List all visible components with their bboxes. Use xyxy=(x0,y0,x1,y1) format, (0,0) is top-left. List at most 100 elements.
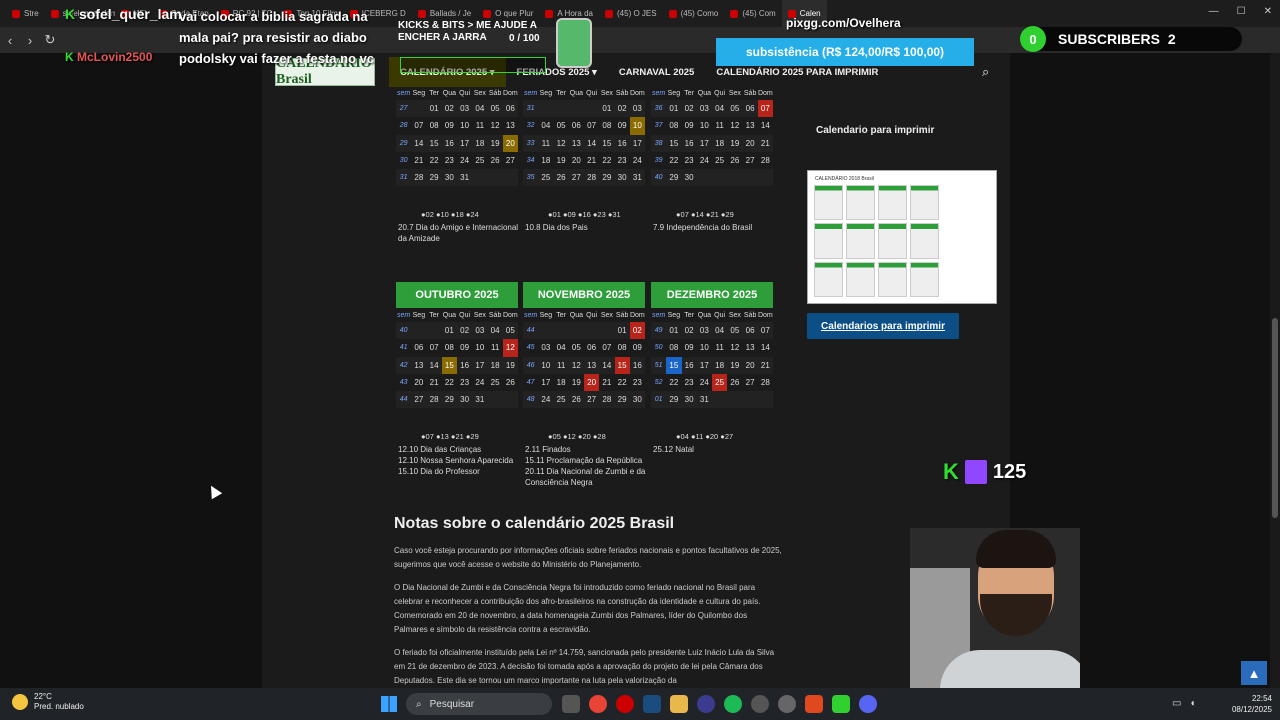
day-cell[interactable]: 31 xyxy=(629,169,645,187)
day-cell[interactable] xyxy=(584,100,600,118)
day-cell[interactable]: 05 xyxy=(502,322,518,340)
day-cell[interactable]: 12 xyxy=(568,356,584,374)
day-cell[interactable] xyxy=(487,391,503,409)
day-cell[interactable]: 07 xyxy=(757,322,773,340)
day-cell[interactable]: 27 xyxy=(503,152,518,169)
day-cell[interactable]: 05 xyxy=(554,117,569,134)
day-cell[interactable]: 27 xyxy=(568,169,584,187)
day-cell[interactable]: 07 xyxy=(584,117,599,134)
day-cell[interactable]: 22 xyxy=(442,374,457,391)
day-cell[interactable]: 14 xyxy=(584,134,600,152)
day-cell[interactable]: 11 xyxy=(553,356,569,374)
network-icon[interactable]: ▭ xyxy=(1172,698,1181,709)
scrollbar-thumb[interactable] xyxy=(1272,318,1278,518)
steam-icon[interactable] xyxy=(643,695,661,713)
day-cell[interactable]: 05 xyxy=(569,339,584,356)
day-cell[interactable] xyxy=(426,322,442,340)
day-cell[interactable] xyxy=(712,391,728,409)
day-cell[interactable]: 19 xyxy=(727,356,743,374)
day-cell[interactable]: 23 xyxy=(615,152,630,169)
day-cell[interactable]: 18 xyxy=(712,134,728,152)
day-cell[interactable]: 02 xyxy=(629,322,645,340)
day-cell[interactable]: 08 xyxy=(666,117,681,134)
day-cell[interactable]: 15 xyxy=(426,134,442,152)
chrome-icon[interactable] xyxy=(589,695,607,713)
day-cell[interactable]: 19 xyxy=(569,374,584,391)
day-cell[interactable] xyxy=(538,322,554,340)
day-cell[interactable]: 25 xyxy=(712,152,727,169)
day-cell[interactable]: 21 xyxy=(427,374,442,391)
day-cell[interactable]: 24 xyxy=(697,152,712,169)
day-cell[interactable]: 18 xyxy=(538,152,553,169)
day-cell[interactable]: 08 xyxy=(599,117,614,134)
day-cell[interactable]: 17 xyxy=(472,356,488,374)
day-cell[interactable]: 09 xyxy=(615,117,630,134)
forward-icon[interactable]: › xyxy=(20,33,40,48)
day-cell[interactable]: 10 xyxy=(697,339,712,356)
day-cell[interactable]: 14 xyxy=(758,339,773,356)
day-cell[interactable] xyxy=(757,391,773,409)
day-cell[interactable]: 09 xyxy=(442,117,457,134)
day-cell[interactable]: 07 xyxy=(599,339,614,356)
day-cell[interactable] xyxy=(712,169,728,187)
day-cell[interactable]: 02 xyxy=(681,100,697,118)
day-cell[interactable]: 07 xyxy=(757,100,773,118)
day-cell[interactable]: 03 xyxy=(696,322,712,340)
day-cell[interactable]: 20 xyxy=(569,152,584,169)
day-cell[interactable]: 30 xyxy=(629,391,645,409)
day-cell[interactable]: 27 xyxy=(584,391,600,409)
day-cell[interactable]: 16 xyxy=(629,356,645,374)
day-cell[interactable]: 03 xyxy=(629,100,645,118)
day-cell[interactable]: 21 xyxy=(599,374,614,391)
windows-start-icon[interactable] xyxy=(381,696,397,712)
day-cell[interactable]: 02 xyxy=(457,322,473,340)
day-cell[interactable]: 21 xyxy=(757,356,773,374)
day-cell[interactable]: 01 xyxy=(426,100,442,118)
browser-tab[interactable]: (45) Como xyxy=(663,0,725,27)
day-cell[interactable]: 26 xyxy=(503,374,518,391)
day-cell[interactable]: 01 xyxy=(666,100,682,118)
day-cell[interactable]: 04 xyxy=(712,322,728,340)
day-cell[interactable]: 17 xyxy=(696,356,712,374)
day-cell[interactable]: 31 xyxy=(472,391,488,409)
day-cell[interactable]: 22 xyxy=(599,152,614,169)
day-cell[interactable] xyxy=(727,391,743,409)
app-icon[interactable] xyxy=(697,695,715,713)
day-cell[interactable]: 04 xyxy=(472,100,488,118)
day-cell[interactable]: 25 xyxy=(472,152,487,169)
day-cell[interactable]: 03 xyxy=(457,100,473,118)
day-cell[interactable]: 10 xyxy=(629,117,645,135)
day-cell[interactable]: 04 xyxy=(712,100,728,118)
brave-icon[interactable] xyxy=(805,695,823,713)
day-cell[interactable]: 23 xyxy=(630,374,645,391)
taskbar-search[interactable]: ⌕ Pesquisar xyxy=(406,693,552,715)
day-cell[interactable]: 30 xyxy=(681,391,697,409)
day-cell[interactable] xyxy=(487,169,503,187)
day-cell[interactable] xyxy=(757,169,773,187)
day-cell[interactable]: 20 xyxy=(742,356,758,374)
day-cell[interactable]: 29 xyxy=(426,169,442,187)
close-icon[interactable]: ✕ xyxy=(1264,6,1272,17)
day-cell[interactable] xyxy=(502,169,518,187)
day-cell[interactable]: 22 xyxy=(615,374,630,391)
day-cell[interactable]: 15 xyxy=(666,134,682,152)
day-cell[interactable]: 28 xyxy=(584,169,600,187)
day-cell[interactable]: 24 xyxy=(630,152,645,169)
day-cell[interactable]: 07 xyxy=(411,117,426,134)
day-cell[interactable]: 11 xyxy=(712,339,727,356)
day-cell[interactable]: 07 xyxy=(427,339,442,356)
day-cell[interactable]: 26 xyxy=(568,391,584,409)
day-cell[interactable]: 11 xyxy=(472,117,487,134)
day-cell[interactable]: 03 xyxy=(538,339,553,356)
day-cell[interactable]: 05 xyxy=(727,100,743,118)
day-cell[interactable]: 10 xyxy=(472,339,487,356)
day-cell[interactable]: 02 xyxy=(681,322,697,340)
day-cell[interactable] xyxy=(472,169,488,187)
day-cell[interactable]: 21 xyxy=(757,134,773,152)
day-cell[interactable]: 02 xyxy=(441,100,457,118)
day-cell[interactable]: 10 xyxy=(697,117,712,134)
day-cell[interactable]: 22 xyxy=(666,374,681,391)
day-cell[interactable]: 16 xyxy=(441,134,457,152)
back-to-top-button[interactable]: ▲ xyxy=(1241,661,1267,685)
day-cell[interactable]: 20 xyxy=(502,134,518,152)
